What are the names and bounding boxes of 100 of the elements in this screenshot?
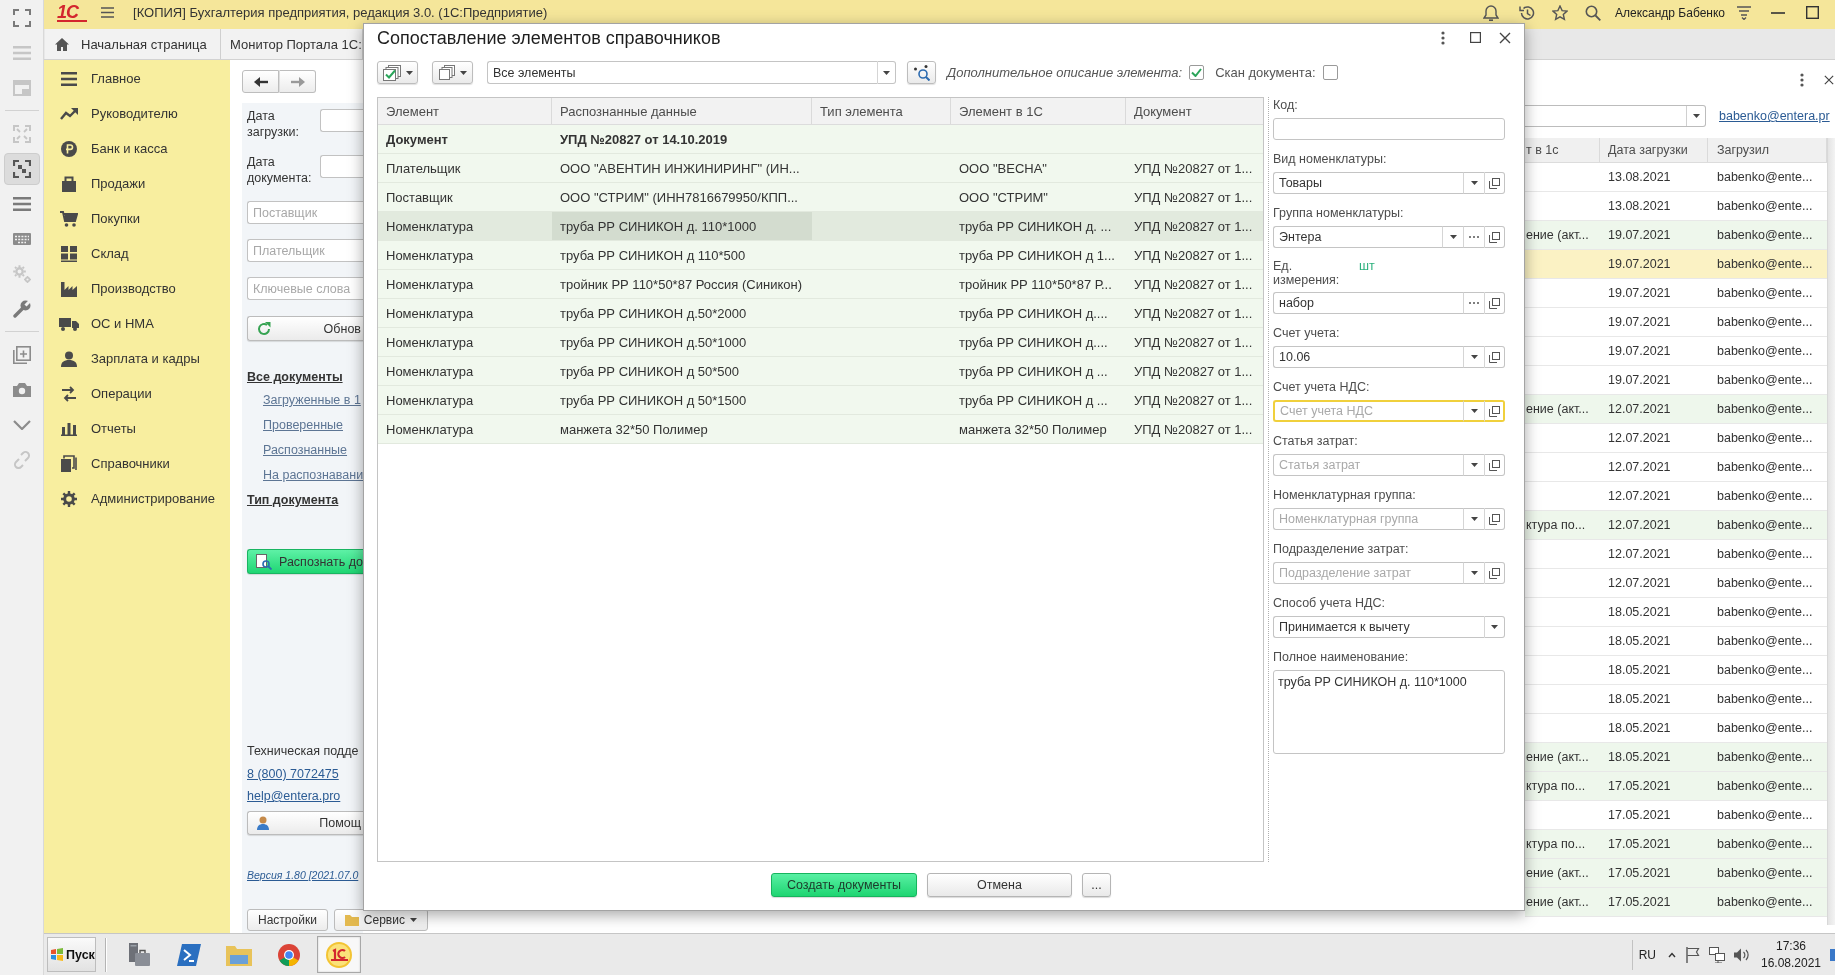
checkbox[interactable] [1189, 65, 1205, 80]
search-icon[interactable] [1584, 4, 1601, 21]
select-field[interactable]: Принимается к вычету [1273, 616, 1484, 638]
select-field[interactable]: 10.06 [1273, 346, 1463, 368]
nav-item[interactable]: Производство [44, 271, 230, 306]
column-header[interactable]: Тип элемента [812, 98, 951, 124]
open-button[interactable] [1484, 562, 1505, 584]
dropdown-button[interactable] [1442, 226, 1463, 248]
dropdown-button[interactable] [877, 61, 896, 84]
select-field[interactable]: Счет учета НДС [1273, 400, 1463, 422]
select-field[interactable]: Номенклатурная группа [1273, 508, 1463, 530]
nav-item[interactable]: Операции [44, 376, 230, 411]
filter-field[interactable]: Плательщик [247, 239, 363, 262]
clock-date[interactable]: 16.08.2021 [1760, 954, 1822, 972]
table-row[interactable]: ктура по... 12.07.2021 babenko@ente... [1525, 511, 1827, 540]
table-row[interactable]: ение (акт... 17.05.2021 babenko@ente... [1525, 888, 1827, 917]
history-icon[interactable] [1518, 4, 1535, 21]
recognize-button[interactable]: Распознать до [247, 549, 363, 574]
speaker-icon[interactable] [1734, 947, 1750, 962]
language-indicator[interactable]: RU [1631, 939, 1656, 970]
more-icon[interactable] [1800, 73, 1804, 87]
back-button[interactable] [242, 70, 279, 93]
start-button[interactable]: Пуск [47, 937, 96, 972]
tree-link[interactable]: Проверенные [263, 417, 363, 433]
select-field[interactable]: Товары [1273, 172, 1463, 194]
nav-item[interactable]: Отчеты [44, 411, 230, 446]
desktop-icon[interactable] [1830, 948, 1835, 961]
dropdown-button[interactable] [1463, 508, 1484, 530]
checkbox[interactable] [1322, 65, 1338, 80]
nav-item[interactable]: Банк и касса [44, 131, 230, 166]
filter-select[interactable]: Все элементы [487, 61, 877, 84]
select-field[interactable]: Статья затрат [1273, 454, 1463, 476]
tree-link[interactable]: Все документы [247, 369, 363, 385]
nav-item[interactable]: Покупки [44, 201, 230, 236]
column-header[interactable]: Элемент в 1С [951, 98, 1126, 124]
star-icon[interactable] [1551, 4, 1568, 21]
cancel-button[interactable]: Отмена [927, 873, 1072, 897]
table-row[interactable]: Плательщик ООО "АВЕНТИН ИНЖИНИРИНГ" (ИН... ООО "ВЕСНА" УПД №20827 от 1... [378, 154, 1263, 183]
column-header[interactable]: Документ [1126, 98, 1263, 124]
table-row[interactable]: Документ УПД №20827 от 14.10.2019 [378, 125, 1263, 154]
filter-field[interactable]: Ключевые слова [247, 277, 363, 300]
clock-time[interactable]: 17:36 [1776, 937, 1806, 955]
open-button[interactable] [1484, 292, 1505, 314]
table-row[interactable]: ктура по... 17.05.2021 babenko@ente... [1525, 772, 1827, 801]
maximize-icon[interactable] [1470, 32, 1481, 43]
nav-item[interactable]: Зарплата и кадры [44, 341, 230, 376]
more-icon[interactable] [1441, 30, 1445, 45]
column-header[interactable]: Элемент [378, 98, 552, 124]
date-field[interactable] [320, 109, 363, 132]
select-field[interactable]: набор [1273, 292, 1463, 314]
select-field[interactable] [1525, 105, 1706, 127]
filter-field[interactable]: Поставщик [247, 201, 363, 224]
dropdown-button[interactable] [1484, 616, 1505, 638]
create-button[interactable]: Создать документы [771, 873, 917, 897]
select-field[interactable]: Подразделение затрат [1273, 562, 1463, 584]
email-link[interactable]: help@entera.pro [247, 788, 363, 804]
find-button[interactable] [907, 61, 936, 84]
network-icon[interactable] [1709, 946, 1725, 963]
menu-icon[interactable] [101, 7, 114, 18]
more-button[interactable]: ... [1082, 873, 1111, 897]
tab[interactable]: Монитор Портала 1С: [221, 29, 363, 59]
flag-icon[interactable] [1686, 946, 1700, 963]
copy-menu-button[interactable] [432, 61, 473, 84]
date-field[interactable] [320, 155, 363, 178]
table-row[interactable]: ение (акт... 12.07.2021 babenko@ente... [1525, 395, 1827, 424]
open-button[interactable] [1484, 454, 1505, 476]
minimize-icon[interactable] [1771, 11, 1785, 14]
open-button[interactable] [1484, 508, 1505, 530]
panel-button[interactable] [3, 152, 40, 185]
tree-link[interactable]: Распознанные [263, 442, 363, 458]
table-row[interactable]: ение (акт... 18.05.2021 babenko@ente... [1525, 743, 1827, 772]
user-name[interactable]: Александр Бабенко [1614, 5, 1725, 20]
open-button[interactable] [1484, 346, 1505, 368]
table-row[interactable]: Номенклатура манжета 32*50 Полимер манжета 32*50 Полимер УПД №20827 от 1... [378, 415, 1263, 444]
nav-item[interactable]: ОС и НМА [44, 306, 230, 341]
taskbar-app[interactable] [317, 936, 361, 973]
text-area[interactable]: труба РР СИНИКОН д. 110*1000 [1273, 670, 1505, 754]
nav-item[interactable]: Руководителю [44, 96, 230, 131]
table-row[interactable]: Номенклатура труба РР СИНИКОН д 110*500 труба РР СИНИКОН д 1... УПД №20827 от 1... [378, 241, 1263, 270]
chevron-up-icon[interactable] [1668, 951, 1676, 958]
dropdown-button[interactable] [1463, 454, 1484, 476]
column-header[interactable]: Распознанные данные [552, 98, 812, 124]
help-button[interactable]: Помощ [247, 811, 363, 835]
user-link[interactable]: babenko@entera.pr [1719, 109, 1830, 123]
table-row[interactable]: Номенклатура труба РР СИНИКОН д. 110*1000 труба РР СИНИКОН д. ... УПД №20827 от 1... [378, 212, 1263, 241]
nav-item[interactable]: Продажи [44, 166, 230, 201]
tree-link[interactable]: На распознавани [263, 467, 363, 483]
close-icon[interactable] [1499, 31, 1511, 44]
dropdown-button[interactable] [1463, 346, 1484, 368]
pick-button[interactable] [1463, 226, 1484, 248]
table-row[interactable]: Номенклатура тройник РР 110*50*87 Россия (Синикон) тройник РР 110*50*87 Р... УПД №20827 от 1... [378, 270, 1263, 299]
table-row[interactable]: 19.07.2021 babenko@ente... [1525, 250, 1827, 279]
check-menu-button[interactable] [377, 61, 418, 84]
refresh-button[interactable]: Обнов [247, 316, 363, 341]
nav-item[interactable]: Справочники [44, 446, 230, 481]
service-button[interactable]: Сервис [333, 909, 428, 931]
nav-item[interactable]: Администрирование [44, 481, 230, 516]
dropdown-button[interactable] [1463, 562, 1484, 584]
table-row[interactable]: ение (акт... 17.05.2021 babenko@ente... [1525, 859, 1827, 888]
nav-item[interactable]: Склад [44, 236, 230, 271]
